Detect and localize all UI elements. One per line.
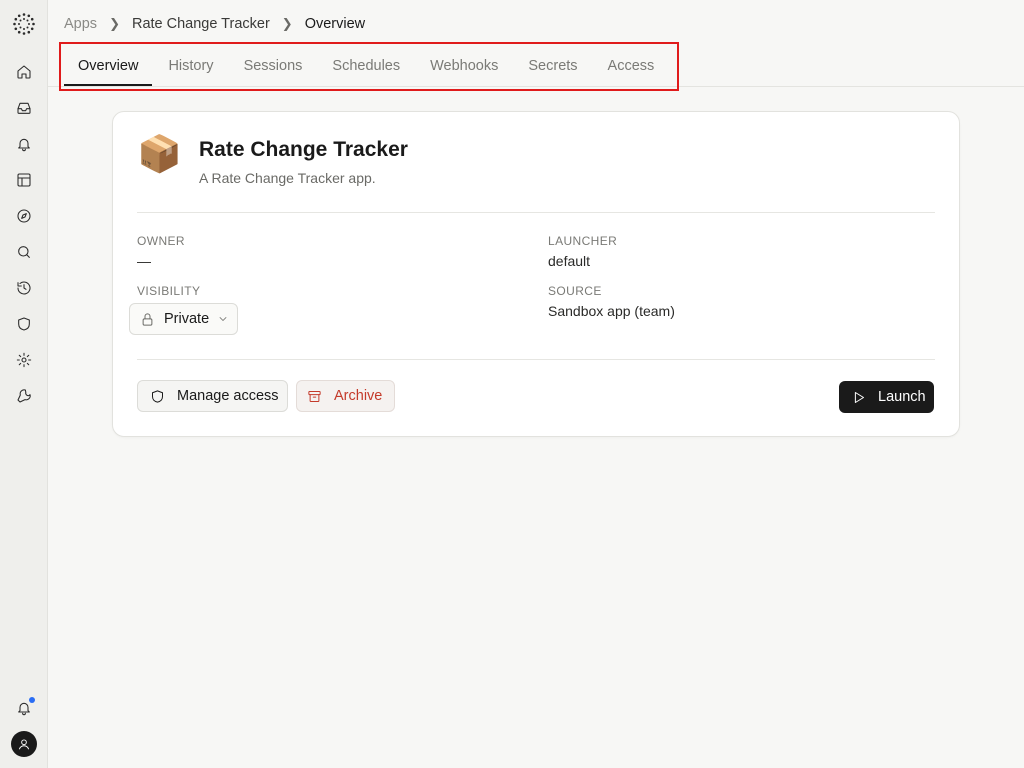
bell-icon[interactable] xyxy=(14,134,34,154)
home-icon[interactable] xyxy=(14,62,34,82)
package-icon: 📦 xyxy=(137,134,182,175)
notifications-icon[interactable] xyxy=(14,697,35,718)
search-icon[interactable] xyxy=(14,242,34,262)
manage-access-button[interactable]: Manage access xyxy=(137,380,288,412)
tab-secrets[interactable]: Secrets xyxy=(514,44,591,87)
breadcrumb-app[interactable]: Rate Change Tracker xyxy=(132,16,270,32)
chevron-right-icon: ❯ xyxy=(281,16,293,31)
shield-icon xyxy=(152,389,163,403)
shield-icon[interactable] xyxy=(14,314,34,334)
divider xyxy=(137,359,935,360)
source-value: Sandbox app (team) xyxy=(548,303,675,319)
tab-sessions[interactable]: Sessions xyxy=(230,44,317,87)
notification-dot xyxy=(29,697,35,703)
tab-schedules[interactable]: Schedules xyxy=(318,44,414,87)
launch-label: Launch xyxy=(878,389,926,405)
sidebar xyxy=(0,0,48,768)
owner-value: — xyxy=(137,253,151,269)
user-avatar[interactable] xyxy=(11,731,37,757)
compass-icon[interactable] xyxy=(14,206,34,226)
layout-icon[interactable] xyxy=(14,170,34,190)
inbox-icon[interactable] xyxy=(14,98,34,118)
app-logo-icon[interactable] xyxy=(12,12,36,36)
wrench-icon[interactable] xyxy=(14,386,34,406)
archive-label: Archive xyxy=(334,388,383,404)
visibility-value: Private xyxy=(164,311,210,327)
lock-icon xyxy=(142,312,153,326)
chevron-right-icon: ❯ xyxy=(109,16,120,31)
user-icon xyxy=(18,739,30,750)
divider xyxy=(137,212,935,213)
breadcrumb-current: Overview xyxy=(304,16,366,32)
tab-overview[interactable]: Overview xyxy=(64,44,153,87)
owner-label: OWNER xyxy=(137,234,185,248)
manage-access-label: Manage access xyxy=(177,388,279,404)
breadcrumb-apps[interactable]: Apps xyxy=(64,16,97,32)
tab-bar: Overview History Sessions Schedules Webh… xyxy=(48,44,1024,87)
tab-webhooks[interactable]: Webhooks xyxy=(416,44,512,87)
archive-icon xyxy=(308,390,321,402)
tab-history[interactable]: History xyxy=(154,44,227,87)
launcher-label: LAUNCHER xyxy=(548,234,618,248)
launch-button[interactable]: Launch xyxy=(839,381,934,413)
visibility-select[interactable]: Private xyxy=(129,303,238,335)
breadcrumb: Apps ❯ Rate Change Tracker ❯ Overview xyxy=(64,14,365,34)
source-label: SOURCE xyxy=(548,284,602,298)
gear-icon[interactable] xyxy=(14,350,34,370)
app-description: A Rate Change Tracker app. xyxy=(199,170,376,186)
chevron-down-icon xyxy=(219,317,227,321)
app-title: Rate Change Tracker xyxy=(199,138,408,161)
app-overview-card: 📦 Rate Change Tracker A Rate Change Trac… xyxy=(112,111,960,437)
launcher-value: default xyxy=(548,253,591,269)
tab-access[interactable]: Access xyxy=(594,44,669,87)
history-icon[interactable] xyxy=(14,278,34,298)
archive-button[interactable]: Archive xyxy=(296,380,395,412)
play-icon xyxy=(854,391,864,403)
visibility-label: VISIBILITY xyxy=(137,284,201,298)
